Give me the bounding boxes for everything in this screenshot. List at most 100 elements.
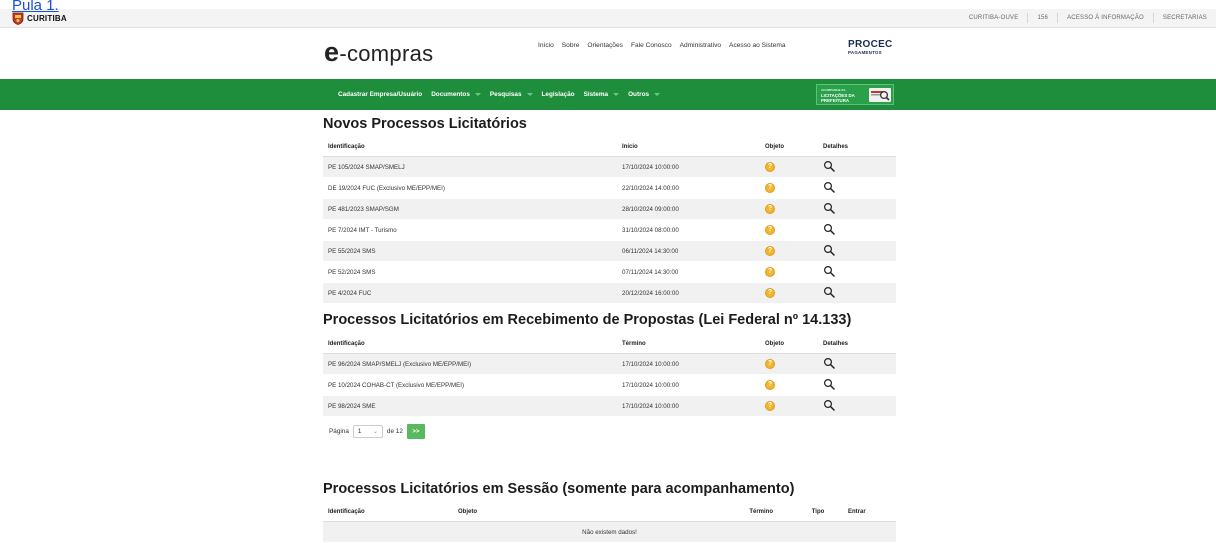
row-detalhes	[818, 198, 896, 220]
magnifier-icon[interactable]	[823, 378, 835, 390]
menu-sistema[interactable]: Sistema	[584, 91, 620, 98]
question-circle-icon[interactable]: ?	[765, 380, 775, 390]
menu-label: Pesquisas	[489, 91, 522, 98]
col-objeto: Objeto	[760, 138, 818, 157]
menu-cadastrar[interactable]: Cadastrar Empresa/Usuário	[338, 91, 422, 98]
nav-administrativo[interactable]: Administrativo	[680, 42, 721, 49]
recebimento-section: Processos Licitatórios em Recebimento de…	[323, 312, 896, 417]
sessao-section: Processos Licitatórios em Sessão (soment…	[323, 481, 896, 543]
pagination: Página 1 ⌄ de 12 >>	[329, 424, 425, 439]
row-objeto: ?	[760, 219, 818, 241]
col-entrar: Entrar	[843, 503, 896, 522]
nav-acesso-sistema[interactable]: Acesso ao Sistema	[729, 42, 785, 49]
magnifier-icon[interactable]	[823, 160, 835, 172]
top-link-ouve[interactable]: CURITIBA-OUVE	[960, 13, 1028, 23]
nav-orientacoes[interactable]: Orientações	[587, 42, 623, 49]
empty-row: Não existem dados!	[323, 521, 896, 543]
col-inicio: Início	[617, 138, 760, 157]
empty-message: Não existem dados!	[323, 521, 896, 543]
skip-link[interactable]: Pula 1.	[12, 0, 59, 13]
menu-legislacao[interactable]: Legislação	[542, 91, 575, 98]
col-identificacao: Identificação	[323, 138, 617, 157]
magnifier-icon[interactable]	[823, 286, 835, 298]
row-identificacao: PE 481/2023 SMAP/SGM	[323, 198, 617, 220]
ecompras-logo[interactable]: e-compras	[324, 37, 433, 68]
row-date: 17/10/2024 10:00:00	[617, 156, 760, 178]
sessao-table: Identificação Objeto Término Tipo Entrar…	[323, 503, 896, 543]
question-circle-icon[interactable]: ?	[765, 267, 775, 277]
table-row: PE 55/2024 SMS 06/11/2024 14:30:00?	[323, 240, 896, 262]
table-row: PE 98/2024 SME 17/10/2024 10:00:00?	[323, 395, 896, 417]
magnifier-icon[interactable]	[823, 202, 835, 214]
next-page-button[interactable]: >>	[406, 424, 425, 439]
nav-fale-conosco[interactable]: Fale Conosco	[631, 42, 672, 49]
menu-documentos[interactable]: Documentos	[431, 91, 481, 98]
col-termino: Término	[617, 335, 760, 354]
banner-big-text: LICITAÇÕES DA PREFEITURA	[821, 93, 855, 103]
section-title: Novos Processos Licitatórios	[323, 116, 527, 132]
row-identificacao: DE 19/2024 FUC (Exclusivo ME/EPP/MEI)	[323, 177, 617, 199]
menu-pesquisas[interactable]: Pesquisas	[490, 91, 533, 98]
table-row: PE 4/2024 FUC 20/12/2024 16:00:00?	[323, 282, 896, 304]
magnifier-icon[interactable]	[823, 223, 835, 235]
top-links: CURITIBA-OUVE 156 ACESSO À INFORMAÇÃO SE…	[960, 9, 1216, 27]
chevron-down-icon	[474, 93, 481, 96]
row-date: 17/10/2024 10:00:00	[617, 353, 760, 375]
magnifier-icon[interactable]	[823, 357, 835, 369]
nav-sobre[interactable]: Sobre	[562, 42, 580, 49]
row-objeto: ?	[760, 156, 818, 178]
row-detalhes	[818, 156, 896, 178]
question-circle-icon[interactable]: ?	[765, 288, 775, 298]
row-detalhes	[818, 353, 896, 375]
row-detalhes	[818, 374, 896, 396]
row-detalhes	[818, 261, 896, 283]
page-select[interactable]: 1 ⌄	[352, 425, 383, 438]
row-identificacao: PE 4/2024 FUC	[323, 282, 617, 304]
row-identificacao: PE 7/2024 IMT - Turismo	[323, 219, 617, 241]
nav-inicio[interactable]: Início	[538, 42, 554, 49]
question-circle-icon[interactable]: ?	[765, 401, 775, 411]
question-circle-icon[interactable]: ?	[765, 183, 775, 193]
magnifier-icon[interactable]	[823, 265, 835, 277]
question-circle-icon[interactable]: ?	[765, 225, 775, 235]
banner-magnifier-icon	[869, 88, 891, 102]
top-link-acesso[interactable]: ACESSO À INFORMAÇÃO	[1057, 13, 1153, 23]
magnifier-icon[interactable]	[823, 244, 835, 256]
top-link-secretarias[interactable]: SECRETARIAS	[1152, 13, 1216, 23]
licitacoes-banner[interactable]: ACOMPANHE AS LICITAÇÕES DA PREFEITURA	[816, 84, 894, 105]
procec-logo[interactable]: PROCEC PAGAMENTOS	[848, 40, 893, 57]
table-row: PE 7/2024 IMT - Turismo 31/10/2024 08:00:…	[323, 219, 896, 241]
table-row: PE 105/2024 SMAP/SMELJ 17/10/2024 10:00:0…	[323, 156, 896, 178]
col-termino: Término	[623, 503, 793, 522]
chevron-down-icon	[654, 93, 661, 96]
table-row: PE 10/2024 COHAB-CT (Exclusivo ME/EPP/ME…	[323, 374, 896, 396]
question-circle-icon[interactable]: ?	[765, 162, 775, 172]
novos-processos-table: Identificação Início Objeto Detalhes PE …	[323, 138, 896, 304]
row-objeto: ?	[760, 395, 818, 417]
table-row: PE 96/2024 SMAP/SMELJ (Exclusivo ME/EPP/…	[323, 353, 896, 375]
row-detalhes	[818, 177, 896, 199]
question-circle-icon[interactable]: ?	[765, 246, 775, 256]
row-detalhes	[818, 282, 896, 304]
row-date: 07/11/2024 14:30:00	[617, 261, 760, 283]
row-objeto: ?	[760, 240, 818, 262]
logo-text: CURITIBA	[27, 13, 67, 23]
magnifier-icon[interactable]	[823, 181, 835, 193]
menu-label: Cadastrar Empresa/Usuário	[338, 91, 423, 98]
question-circle-icon[interactable]: ?	[765, 359, 775, 369]
row-objeto: ?	[760, 282, 818, 304]
top-link-156[interactable]: 156	[1027, 13, 1057, 23]
question-circle-icon[interactable]: ?	[765, 204, 775, 214]
menu-label: Documentos	[431, 91, 470, 98]
col-objeto: Objeto	[760, 335, 818, 354]
magnifier-icon[interactable]	[823, 399, 835, 411]
pager-total: de 12	[386, 428, 403, 435]
row-identificacao: PE 55/2024 SMS	[323, 240, 617, 262]
row-objeto: ?	[760, 198, 818, 220]
brand-e: e	[324, 37, 340, 67]
col-identificacao: Identificação	[323, 335, 617, 354]
menu-outros[interactable]: Outros	[628, 91, 661, 98]
col-tipo: Tipo	[793, 503, 843, 522]
procec-subtitle: PAGAMENTOS	[848, 50, 882, 55]
col-identificacao: Identificação	[323, 503, 453, 522]
